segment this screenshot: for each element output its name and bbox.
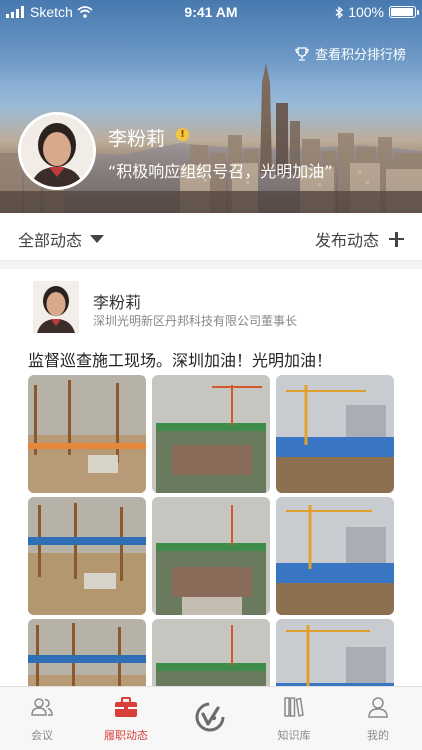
post-author-avatar[interactable]: [33, 281, 79, 333]
all-updates-label: 全部动态: [18, 231, 83, 250]
battery-percent: 100%: [348, 4, 384, 20]
post-image[interactable]: [152, 497, 270, 615]
tab-meetings[interactable]: 会议: [0, 687, 84, 750]
center-logo-icon: [195, 702, 225, 732]
status-bar: Sketch 9:41 AM 100%: [0, 0, 422, 24]
bluetooth-icon: [335, 5, 344, 19]
battery-icon: [389, 6, 419, 18]
post-image[interactable]: [276, 375, 394, 493]
caret-down-icon: [90, 235, 105, 243]
profile-icon: [368, 697, 388, 718]
trophy-icon: [295, 46, 309, 61]
post-image[interactable]: [28, 497, 146, 615]
plus-icon: [389, 231, 404, 247]
profile-name: 李粉莉: [108, 128, 166, 150]
feed-filter-bar: 全部动态 发布动态: [0, 213, 422, 261]
bottom-tab-bar: 会议 履职动态 知识库 我的: [0, 686, 422, 750]
post-author-name[interactable]: 李粉莉: [93, 289, 141, 313]
avatar-portrait: [33, 281, 79, 333]
briefcase-icon: [115, 697, 137, 717]
tab-label: 知识库: [277, 729, 311, 742]
books-icon: [284, 697, 304, 717]
meeting-users-icon: [31, 698, 53, 716]
tab-duty-updates[interactable]: 履职动态: [84, 687, 168, 750]
tab-mine[interactable]: 我的: [336, 687, 420, 750]
publish-update-label: 发布动态: [314, 231, 379, 250]
profile-header: Sketch 9:41 AM 100% 查看积分排行榜 李粉莉 ! “积极响应组…: [0, 0, 422, 213]
feed-post: 李粉莉 深圳光明新区丹邦科技有限公司董事长 监督巡查施工现场。深圳加油！光明加油…: [0, 269, 422, 737]
ranking-link[interactable]: 查看积分排行榜: [294, 44, 406, 63]
tab-label: 会议: [31, 729, 53, 742]
tab-label: 履职动态: [104, 729, 148, 742]
avatar-portrait: [21, 115, 93, 187]
profile-quote: “积极响应组织号召，光明加油”: [108, 162, 333, 181]
tab-label: 我的: [367, 729, 389, 742]
tab-home-logo[interactable]: [168, 687, 252, 750]
post-author-organization: 深圳光明新区丹邦科技有限公司董事长: [93, 314, 298, 328]
post-image[interactable]: [276, 497, 394, 615]
tab-knowledge-base[interactable]: 知识库: [252, 687, 336, 750]
post-text: 监督巡查施工现场。深圳加油！光明加油！: [28, 351, 333, 370]
divider: [0, 261, 422, 269]
badge-icon: !: [176, 128, 189, 141]
profile-avatar[interactable]: [18, 112, 96, 190]
post-image[interactable]: [152, 375, 270, 493]
all-updates-dropdown[interactable]: 全部动态: [18, 227, 105, 251]
post-image[interactable]: [28, 375, 146, 493]
publish-update-button[interactable]: 发布动态: [315, 227, 404, 251]
ranking-link-label: 查看积分排行榜: [314, 48, 406, 63]
